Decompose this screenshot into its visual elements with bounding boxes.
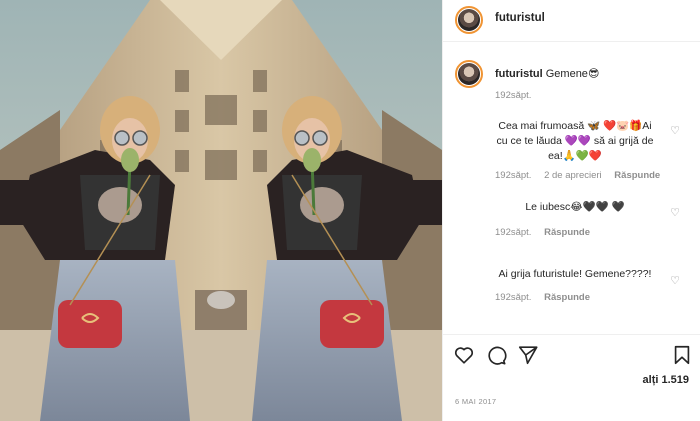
comment-like-icon[interactable]: ♡: [670, 124, 680, 137]
instagram-post: futuristul futuristul Gemene😎 192săpt. C…: [0, 0, 700, 421]
post-sidebar: futuristul futuristul Gemene😎 192săpt. C…: [442, 0, 700, 421]
comment-text: Cea mai frumoasă 🦋 ❤️🐷🎁Ai cu ce te lăuda…: [496, 120, 654, 162]
comment-meta: 192săpt. Răspunde: [495, 292, 700, 303]
send-icon[interactable]: [517, 344, 539, 366]
action-bar: alți 1.519 6 MAI 2017: [443, 334, 700, 421]
comment-likes[interactable]: 2 de aprecieri: [544, 170, 602, 181]
caption-line: futuristul Gemene😎: [495, 67, 599, 80]
reply-button[interactable]: Răspunde: [544, 227, 590, 238]
post-photo[interactable]: [0, 0, 442, 421]
comment-time[interactable]: 192săpt.: [495, 292, 531, 303]
comment-meta: 192săpt. Răspunde: [495, 227, 700, 238]
comment-text: Le iubesc😂🖤🖤 🖤: [525, 201, 625, 213]
caption-avatar[interactable]: [455, 60, 483, 88]
comment-text: Ai grija futuristule! Gemene????!: [498, 268, 652, 280]
mirrored-street-photo: [0, 0, 442, 421]
caption-time: 192săpt.: [495, 90, 532, 101]
bookmark-icon[interactable]: [671, 344, 693, 366]
caption-text: Gemene: [545, 68, 588, 80]
comment-like-icon[interactable]: ♡: [670, 274, 680, 287]
heart-icon[interactable]: [453, 344, 475, 366]
comment-like-icon[interactable]: ♡: [670, 206, 680, 219]
post-header: futuristul: [443, 0, 700, 42]
reply-button[interactable]: Răspunde: [614, 170, 660, 181]
header-username[interactable]: futuristul: [495, 12, 545, 24]
comment-icon[interactable]: [485, 344, 507, 366]
post-date[interactable]: 6 MAI 2017: [455, 397, 496, 406]
likes-count[interactable]: alți 1.519: [643, 374, 689, 386]
avatar[interactable]: [455, 6, 483, 34]
caption-emoji: 😎: [587, 68, 600, 80]
caption-username[interactable]: futuristul: [495, 68, 543, 80]
comment-time[interactable]: 192săpt.: [495, 227, 531, 238]
comment-meta: 192săpt. 2 de aprecieri Răspunde: [495, 170, 700, 181]
comment-time[interactable]: 192săpt.: [495, 170, 531, 181]
reply-button[interactable]: Răspunde: [544, 292, 590, 303]
